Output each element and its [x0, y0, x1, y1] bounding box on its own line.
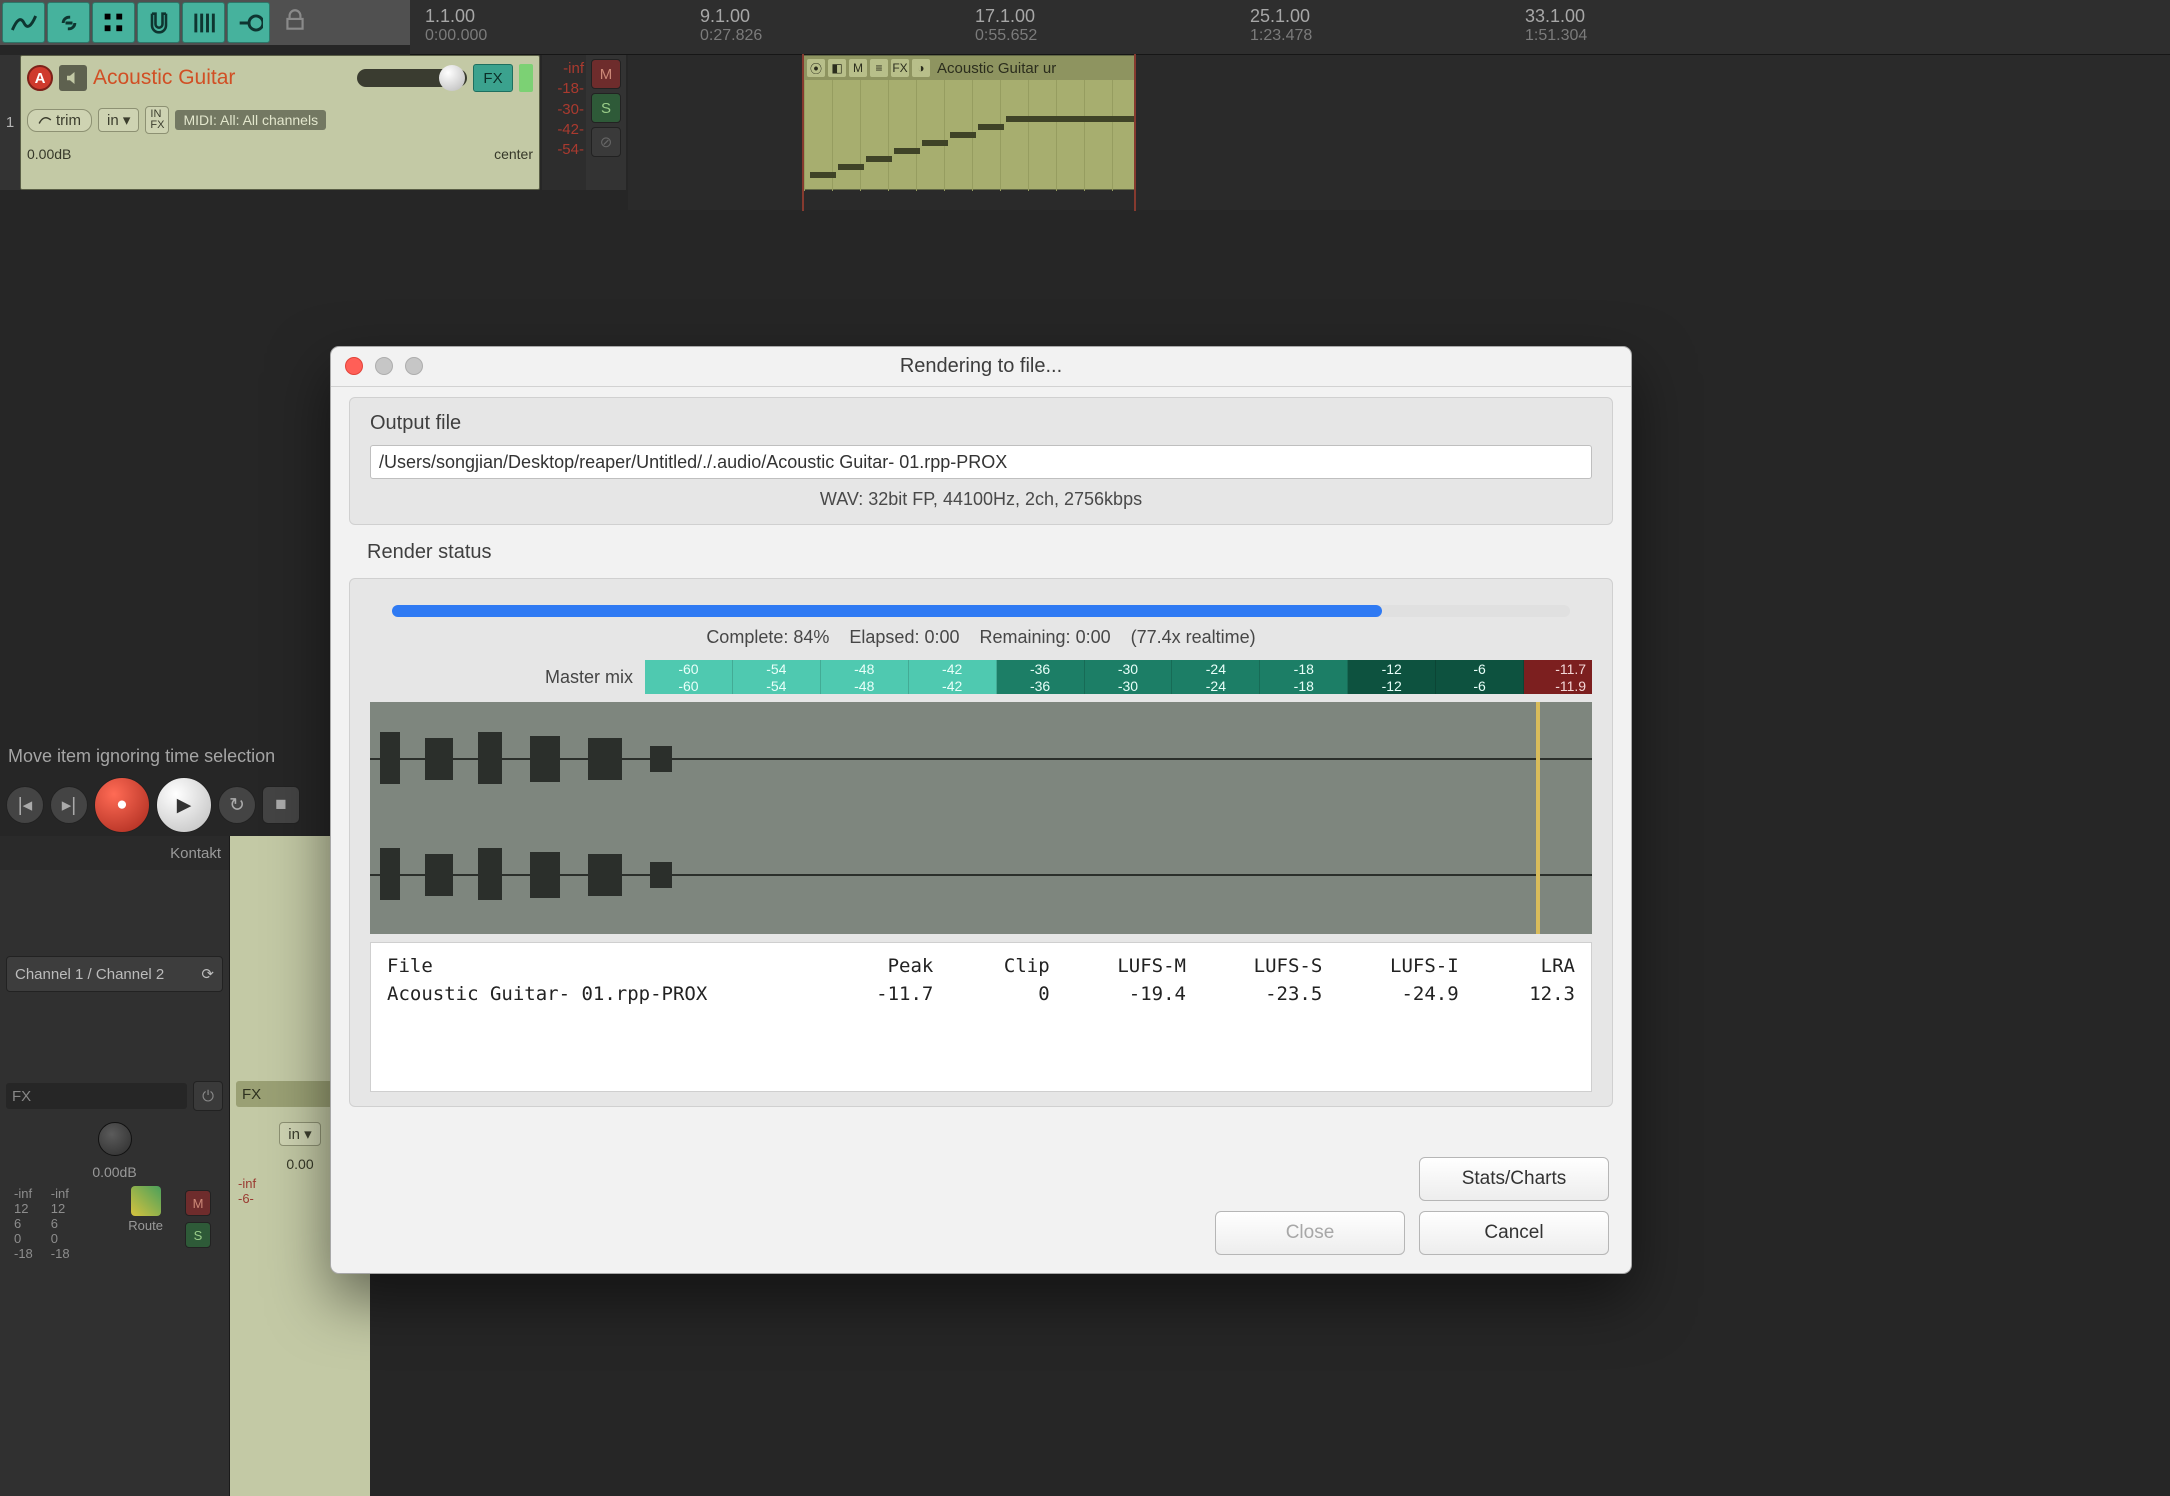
fx-button[interactable]: FX: [473, 64, 513, 92]
status-text: Move item ignoring time selection: [0, 742, 350, 771]
media-item[interactable]: ⦿ ◧ M ≡ FX ◑ Acoustic Guitar ur: [803, 55, 1135, 190]
ruler-tick: 25.1.001:23.478: [1250, 6, 1312, 45]
progress-text: Complete: 84% Elapsed: 0:00 Remaining: 0…: [370, 627, 1592, 648]
track-header: A Acoustic Guitar FX trim in ▾ INFX MIDI…: [20, 55, 540, 190]
play-button[interactable]: ▶: [156, 777, 212, 833]
master-fx-label[interactable]: FX: [6, 1083, 187, 1109]
render-stats-table: File Peak Clip LUFS-M LUFS-S LUFS-I LRA …: [370, 942, 1592, 1092]
dialog-title: Rendering to file...: [331, 355, 1631, 378]
midi-notes-view: [804, 80, 1134, 191]
record-arm-button[interactable]: A: [27, 65, 53, 91]
render-dialog: Rendering to file... Output file WAV: 32…: [330, 346, 1632, 1274]
ruler-tick: 1.1.000:00.000: [425, 6, 487, 45]
envelope-icon[interactable]: [2, 2, 45, 43]
track-mute-solo-column: M S ⊘: [586, 55, 626, 190]
route-icon[interactable]: [131, 1186, 161, 1216]
master-mute-button[interactable]: M: [185, 1190, 211, 1216]
output-path-field[interactable]: [370, 445, 1592, 479]
stop-button[interactable]: ■: [262, 786, 300, 824]
go-start-button[interactable]: |◂: [6, 786, 44, 824]
strip-input-button[interactable]: in ▾: [279, 1122, 320, 1146]
clip-title: Acoustic Guitar ur: [937, 60, 1056, 77]
pan-knob[interactable]: [98, 1122, 132, 1156]
repeat-button[interactable]: ↻: [218, 786, 256, 824]
timeline-ruler[interactable]: 1.1.000:00.000 9.1.000:27.826 17.1.000:55.…: [410, 0, 2170, 55]
master-fx-power-icon[interactable]: ⏻: [193, 1081, 223, 1111]
mixer-panel: Kontakt Channel 1 / Channel 2⟳ FX ⏻ 0.00…: [0, 836, 370, 1496]
fx-disable-button[interactable]: ⊘: [591, 127, 621, 157]
input-fx-button[interactable]: INFX: [145, 106, 169, 134]
ruler-tick: 9.1.000:27.826: [700, 6, 762, 45]
stats-charts-button[interactable]: Stats/Charts: [1419, 1157, 1609, 1201]
plugin-label[interactable]: Kontakt: [0, 836, 229, 870]
loop-start-marker[interactable]: [802, 54, 804, 211]
arrange-area[interactable]: ⦿ ◧ M ≡ FX ◑ Acoustic Guitar ur: [628, 55, 2170, 210]
ruler-tick: 33.1.001:51.304: [1525, 6, 1587, 45]
clip-env-icon[interactable]: ◑: [912, 59, 930, 77]
track-pan-readout: center: [494, 146, 533, 162]
master-strip: Kontakt Channel 1 / Channel 2⟳ FX ⏻ 0.00…: [0, 836, 230, 1496]
cancel-button[interactable]: Cancel: [1419, 1211, 1609, 1255]
render-status-panel: Complete: 84% Elapsed: 0:00 Remaining: 0…: [349, 578, 1613, 1107]
link-icon[interactable]: [47, 2, 90, 43]
render-playhead: [1536, 702, 1540, 934]
trim-button[interactable]: trim: [27, 109, 92, 132]
bars-icon[interactable]: [182, 2, 225, 43]
mute-button[interactable]: M: [591, 59, 621, 89]
track-index[interactable]: 1: [0, 55, 20, 190]
volume-fader[interactable]: [357, 69, 467, 87]
window-zoom-icon: [405, 357, 423, 375]
track-db-readout: 0.00dB: [27, 146, 71, 162]
ruler-tick: 17.1.000:55.652: [975, 6, 1037, 45]
meter-inf-label: -inf: [14, 1186, 33, 1201]
route-label: Route: [128, 1218, 163, 1233]
output-file-label: Output file: [370, 412, 1592, 435]
media-item-header[interactable]: ⦿ ◧ M ≡ FX ◑ Acoustic Guitar ur: [804, 56, 1134, 80]
render-status-label: Render status: [367, 541, 1595, 564]
track-name[interactable]: Acoustic Guitar: [93, 66, 235, 90]
waveform-preview: [370, 702, 1592, 934]
track-meter-scale: -inf -18- -30- -42- -54-: [542, 55, 586, 190]
window-close-icon[interactable]: [345, 357, 363, 375]
clip-mute-icon[interactable]: ◧: [828, 59, 846, 77]
monitor-icon[interactable]: [59, 65, 87, 91]
fx-bypass-indicator[interactable]: [519, 64, 533, 92]
clip-properties-icon[interactable]: ≡: [870, 59, 888, 77]
lock-icon[interactable]: [282, 7, 308, 39]
format-summary: WAV: 32bit FP, 44100Hz, 2ch, 2756kbps: [370, 489, 1592, 510]
channel-io-label[interactable]: Channel 1 / Channel 2⟳: [6, 956, 223, 992]
snap-icon[interactable]: [137, 2, 180, 43]
clip-notes-icon[interactable]: M: [849, 59, 867, 77]
input-button[interactable]: in ▾: [98, 108, 139, 132]
clip-fx-icon[interactable]: FX: [891, 59, 909, 77]
solo-button[interactable]: S: [591, 93, 621, 123]
master-mix-label: Master mix: [370, 667, 645, 688]
clip-lock-icon[interactable]: ⦿: [807, 59, 825, 77]
transport-bar: |◂ ▸| ● ▶ ↻ ■: [0, 776, 350, 834]
close-button: Close: [1215, 1211, 1405, 1255]
go-end-button[interactable]: ▸|: [50, 786, 88, 824]
master-db-readout: 0.00dB: [0, 1164, 229, 1180]
window-minimize-icon: [375, 357, 393, 375]
grid-icon[interactable]: [92, 2, 135, 43]
output-file-panel: Output file WAV: 32bit FP, 44100Hz, 2ch,…: [349, 397, 1613, 525]
dialog-titlebar[interactable]: Rendering to file...: [331, 347, 1631, 387]
master-solo-button[interactable]: S: [185, 1222, 211, 1248]
level-meter: -60-60-54-54-48-48-42-42-36-36-30-30-24-…: [645, 660, 1592, 694]
main-toolbar: [0, 0, 410, 45]
record-button[interactable]: ●: [94, 777, 150, 833]
progress-bar: [392, 605, 1570, 617]
loop-end-marker[interactable]: [1134, 54, 1136, 211]
midi-input-label[interactable]: MIDI: All: All channels: [175, 110, 326, 130]
ripple-icon[interactable]: [227, 2, 270, 43]
